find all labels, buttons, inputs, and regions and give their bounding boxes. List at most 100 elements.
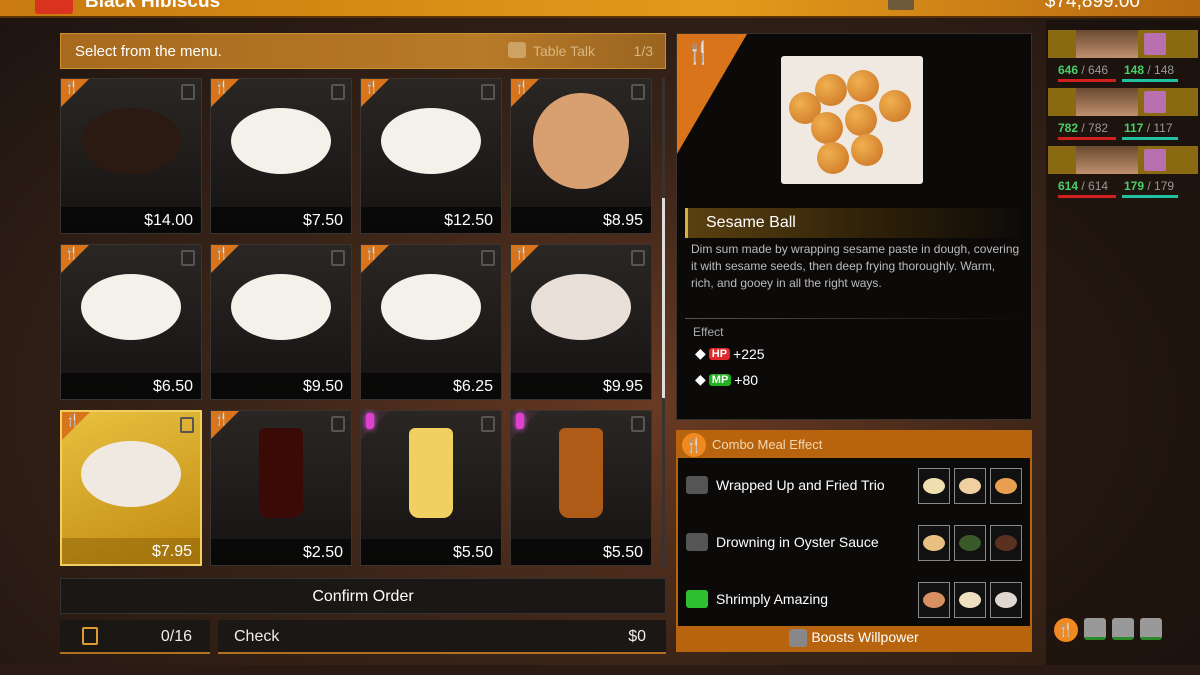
food-image [81,441,181,507]
control-hints-bar [0,665,1200,675]
fork-knife-icon: 🍴 [64,80,79,94]
menu-item[interactable]: $5.50 [360,410,502,566]
effect-hp: ◆ HP +225 [695,345,765,362]
memo-icon [181,250,195,266]
status-icons: 🍴 [1054,618,1162,642]
item-price: $5.50 [361,539,501,565]
menu-item[interactable]: 🍴 $2.50 [210,410,352,566]
menu-item[interactable]: $5.50 [510,410,652,566]
effect-label: Effect [693,325,724,339]
hp-bar [1058,195,1116,198]
fork-knife-icon: 🍴 [514,80,529,94]
bullet-icon: ◆ [695,345,706,361]
memo-icon [481,84,495,100]
food-image [231,274,331,340]
hp-readout: 782 / 782 [1058,121,1109,135]
mp-readout: 117 / 117 [1124,121,1173,135]
willpower-icon [1084,618,1106,640]
menu-item[interactable]: 🍴 $6.50 [60,244,202,400]
combo-row: Shrimply Amazing [678,580,1030,620]
party-member[interactable]: 614 / 614 179 / 179 [1048,146,1198,204]
hp-bar [1058,137,1116,140]
menu-header: Select from the menu. Table Talk 1/3 [60,33,666,69]
item-bottle-icon [1144,91,1166,113]
combo-meal-panel: 🍴 Combo Meal Effect Wrapped Up and Fried … [676,430,1032,652]
party-member[interactable]: 782 / 782 117 / 117 [1048,88,1198,146]
menu-item[interactable]: 🍴 $9.95 [510,244,652,400]
mp-bar [1122,137,1178,140]
food-image [559,428,603,518]
menu-item[interactable]: 🍴 $7.50 [210,78,352,234]
combo-footer: Boosts Willpower [678,626,1030,650]
chat-blocked-icon [686,533,708,551]
mp-bar [1122,195,1178,198]
combo-dish-thumb [954,525,986,561]
menu-scrollbar[interactable] [662,78,665,568]
fork-knife-icon: 🍴 [1054,618,1078,642]
avatar [1076,30,1138,58]
order-count: 0/16 [60,620,210,654]
item-price: $14.00 [61,207,201,233]
chat-blocked-icon [686,476,708,494]
menu-item[interactable]: 🍴 $9.50 [210,244,352,400]
table-talk-icon [508,42,526,58]
sesame-ball-image [781,56,923,184]
check-value: $0 [628,628,646,645]
item-price: $2.50 [211,539,351,565]
divider [685,318,1025,319]
food-image [381,274,481,340]
item-description: Dim sum made by wrapping sesame paste in… [691,242,1020,290]
food-image [409,428,453,518]
combo-name: Drowning in Oyster Sauce [716,534,879,550]
memo-icon [331,250,345,266]
fork-knife-icon: 🍴 [364,246,379,260]
check-total: Check $0 [218,620,666,654]
memo-icon [181,84,195,100]
party-member[interactable]: 646 / 646 148 / 148 [1048,30,1198,88]
order-count-value: 0/16 [160,628,192,645]
combo-name: Wrapped Up and Fried Trio [716,477,885,493]
combo-dish-thumb [990,525,1022,561]
food-image [231,108,331,174]
fork-knife-icon: 🍴 [214,412,229,426]
menu-item[interactable]: 🍴 $7.95 [60,410,202,566]
drink-icon [366,413,374,429]
fork-knife-icon: 🍴 [514,246,529,260]
food-image [531,274,631,340]
avatar [1076,146,1138,174]
item-price: $5.50 [511,539,651,565]
effect-mp: ◆ MP +80 [695,371,758,388]
mp-bar [1122,79,1178,82]
item-price: $7.95 [62,538,200,564]
combo-dish-thumb [990,468,1022,504]
member-portrait [1048,88,1198,116]
mp-readout: 179 / 179 [1124,179,1175,193]
item-bottle-icon [1144,33,1166,55]
item-price: $6.25 [361,373,501,399]
menu-item[interactable]: 🍴 $6.25 [360,244,502,400]
fork-knife-icon: 🍴 [685,40,713,65]
combo-dish-thumb [990,582,1022,618]
menu-item[interactable]: 🍴 $14.00 [60,78,202,234]
combo-bonus: Boosts Willpower [811,629,919,645]
combo-dish-thumb [918,582,950,618]
willpower-icon [1112,618,1134,640]
scroll-thumb[interactable] [662,198,665,398]
fork-knife-icon: 🍴 [364,80,379,94]
menu-item[interactable]: 🍴 $12.50 [360,78,502,234]
willpower-icon [1140,618,1162,640]
food-image [259,428,303,518]
table-talk-button[interactable]: Table Talk [533,43,595,59]
menu-item[interactable]: 🍴 $8.95 [510,78,652,234]
mp-badge: MP [708,373,732,386]
food-image [533,93,629,189]
confirm-order-button[interactable]: Confirm Order [60,578,666,614]
memo-icon [481,250,495,266]
drink-icon [516,413,524,429]
page-indicator: 1/3 [633,43,653,59]
combo-dish-thumb [954,582,986,618]
memo-icon [481,416,495,432]
combo-dish-thumb [954,468,986,504]
order-list-icon [82,627,98,645]
memo-icon [331,84,345,100]
